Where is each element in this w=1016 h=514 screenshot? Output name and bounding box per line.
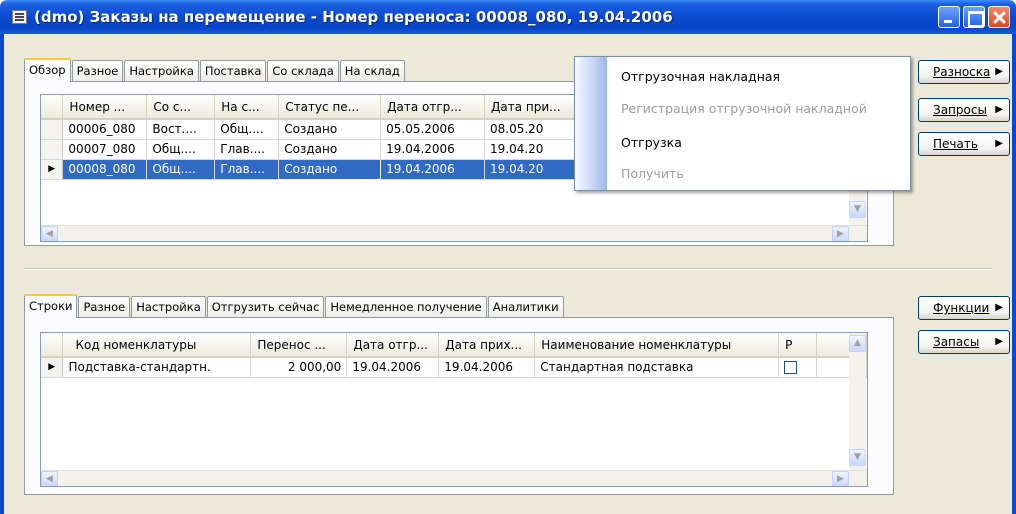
- functions-button[interactable]: Функции ▶: [918, 296, 1010, 320]
- column-header[interactable]: Со с...: [146, 95, 216, 120]
- tab-ship-now[interactable]: Отгрузить сейчас: [206, 296, 325, 318]
- inventory-button-label: Запасы: [933, 335, 980, 349]
- form-icon[interactable]: [12, 10, 27, 24]
- scroll-left-icon[interactable]: ◀: [41, 226, 58, 241]
- table-cell-checkbox[interactable]: [778, 357, 818, 378]
- row-indicator[interactable]: [41, 119, 64, 140]
- column-header[interactable]: Статус пе...: [278, 95, 382, 120]
- window-title: (dmo) Заказы на перемещение - Номер пере…: [34, 8, 673, 26]
- tab-dimensions[interactable]: Аналитики: [487, 296, 564, 318]
- submenu-arrow-icon: ▶: [995, 138, 1003, 149]
- table-row[interactable]: ▶ Подставка-стандартн. 2 000,00 19.04.20…: [41, 357, 867, 378]
- column-header[interactable]: Р: [778, 333, 818, 358]
- row-indicator-header: [41, 333, 64, 358]
- tab-misc[interactable]: Разное: [71, 60, 124, 82]
- table-cell[interactable]: 19.04.20: [484, 159, 585, 180]
- menu-item-packing-slip[interactable]: Отгрузочная накладная: [621, 69, 780, 84]
- table-cell[interactable]: 19.04.2006: [380, 139, 485, 160]
- horizontal-scrollbar[interactable]: ◀ ▶: [41, 225, 867, 241]
- scroll-down-icon[interactable]: ▼: [849, 449, 866, 466]
- pane-splitter[interactable]: [24, 268, 992, 270]
- table-cell[interactable]: 00007_080: [62, 139, 148, 160]
- menu-icon-strip: [575, 57, 607, 190]
- column-header[interactable]: Дата отгр...: [380, 95, 485, 120]
- table-cell[interactable]: 19.04.2006: [380, 159, 485, 180]
- scroll-right-icon[interactable]: ▶: [832, 471, 849, 486]
- table-cell[interactable]: 08.05.20: [484, 119, 585, 140]
- table-cell[interactable]: Общ....: [214, 119, 280, 140]
- tab-to-warehouse[interactable]: На склад: [339, 60, 405, 82]
- bottom-tab-strip: Строки Разное Настройка Отгрузить сейчас…: [24, 294, 565, 318]
- column-header[interactable]: На с...: [214, 95, 280, 120]
- submenu-arrow-icon: ▶: [995, 336, 1003, 347]
- tab-setup-lines[interactable]: Настройка: [131, 296, 206, 318]
- menu-item-shipment[interactable]: Отгрузка: [621, 135, 682, 150]
- table-cell[interactable]: 00006_080: [62, 119, 148, 140]
- reserve-checkbox[interactable]: [784, 361, 798, 375]
- inquiries-button[interactable]: Запросы ▶: [918, 98, 1010, 122]
- print-button[interactable]: Печать ▶: [918, 132, 1010, 156]
- scroll-left-icon[interactable]: ◀: [41, 471, 58, 486]
- inquiries-button-label: Запросы: [933, 103, 987, 117]
- table-cell[interactable]: Глав....: [214, 159, 280, 180]
- close-button[interactable]: [988, 6, 1010, 28]
- table-cell[interactable]: 00008_080: [62, 159, 148, 180]
- table-cell[interactable]: 2 000,00: [250, 357, 348, 378]
- posting-button[interactable]: Разноска ▶: [918, 60, 1010, 84]
- horizontal-scrollbar[interactable]: ◀ ▶: [41, 470, 867, 486]
- submenu-arrow-icon: ▶: [995, 104, 1003, 115]
- table-cell[interactable]: 19.04.2006: [438, 357, 536, 378]
- table-cell[interactable]: Создано: [278, 119, 382, 140]
- minimize-button[interactable]: [938, 6, 960, 28]
- inventory-button[interactable]: Запасы ▶: [918, 330, 1010, 354]
- column-header[interactable]: Наименование номенклатуры: [534, 333, 780, 358]
- column-header[interactable]: Дата отгр...: [346, 333, 440, 358]
- posting-popup-menu: Отгрузочная накладная Регистрация отгруз…: [574, 56, 911, 191]
- table-cell[interactable]: 05.05.2006: [380, 119, 485, 140]
- tab-lines[interactable]: Строки: [24, 294, 78, 318]
- table-cell[interactable]: Глав....: [214, 139, 280, 160]
- scroll-right-icon[interactable]: ▶: [832, 226, 849, 241]
- functions-button-label: Функции: [933, 301, 990, 315]
- menu-item-receive: Получить: [621, 166, 684, 181]
- vertical-scrollbar[interactable]: ▲ ▼: [849, 333, 866, 470]
- scroll-down-icon[interactable]: ▼: [849, 201, 866, 218]
- tab-misc-lines[interactable]: Разное: [78, 296, 131, 318]
- menu-item-packing-slip-registration: Регистрация отгрузочной накладной: [621, 101, 867, 116]
- tab-setup[interactable]: Настройка: [124, 60, 199, 82]
- current-row-arrow-icon[interactable]: ▶: [41, 159, 64, 180]
- table-cell[interactable]: Вост....: [146, 119, 216, 140]
- tab-from-warehouse[interactable]: Со склада: [267, 60, 339, 82]
- table-cell[interactable]: Общ....: [146, 159, 216, 180]
- posting-button-label: Разноска: [933, 65, 991, 79]
- column-header[interactable]: Код номенклатуры: [62, 333, 252, 358]
- table-cell[interactable]: Стандартная подставка: [534, 357, 780, 378]
- tab-overview[interactable]: Обзор: [24, 58, 71, 82]
- submenu-arrow-icon: ▶: [995, 66, 1003, 77]
- transfer-lines-grid[interactable]: Код номенклатуры Перенос ... Дата отгр..…: [40, 332, 868, 487]
- scroll-up-icon[interactable]: ▲: [849, 335, 866, 352]
- current-row-arrow-icon[interactable]: ▶: [41, 357, 64, 378]
- submenu-arrow-icon: ▶: [995, 302, 1003, 313]
- table-cell[interactable]: Общ....: [146, 139, 216, 160]
- top-tab-strip: Обзор Разное Настройка Поставка Со склад…: [24, 58, 406, 82]
- tab-receive-now[interactable]: Немедленное получение: [325, 296, 487, 318]
- grid-header-row: Код номенклатуры Перенос ... Дата отгр..…: [41, 333, 867, 358]
- table-cell-focused[interactable]: Создано: [278, 158, 382, 180]
- column-header[interactable]: Дата прих...: [438, 333, 536, 358]
- maximize-button[interactable]: [963, 6, 985, 28]
- column-header[interactable]: Дата при...: [484, 95, 585, 120]
- row-indicator-header: [41, 95, 64, 120]
- table-cell[interactable]: Создано: [278, 139, 382, 160]
- print-button-label: Печать: [933, 137, 978, 151]
- table-cell[interactable]: Подставка-стандартн.: [62, 357, 252, 378]
- table-cell[interactable]: 19.04.2006: [346, 357, 440, 378]
- tab-delivery[interactable]: Поставка: [199, 60, 267, 82]
- column-header[interactable]: Номер ...: [62, 95, 148, 120]
- title-bar[interactable]: (dmo) Заказы на перемещение - Номер пере…: [0, 0, 1016, 34]
- row-indicator[interactable]: [41, 139, 64, 160]
- table-cell[interactable]: 19.04.20: [484, 139, 585, 160]
- column-header[interactable]: Перенос ...: [250, 333, 348, 358]
